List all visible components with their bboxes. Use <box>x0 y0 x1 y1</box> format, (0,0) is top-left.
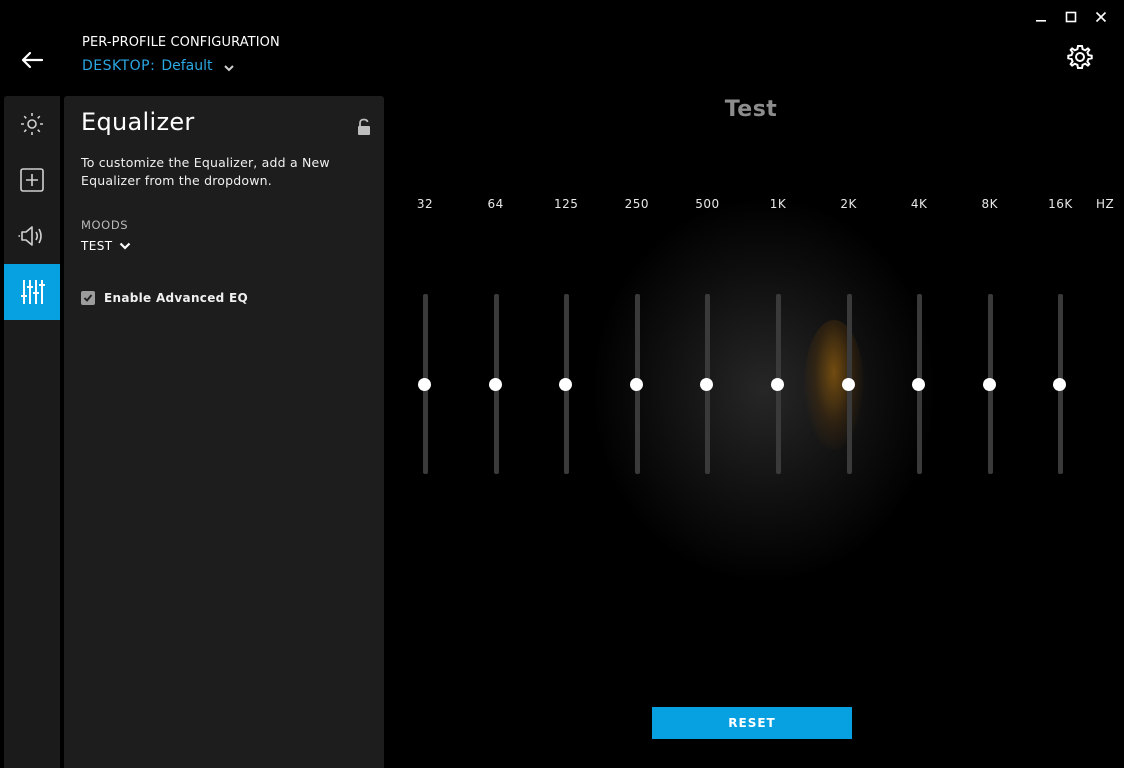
panel-title: Equalizer <box>81 108 195 136</box>
eq-band-label: 2K <box>840 197 857 211</box>
eq-band-label: 16K <box>1048 197 1073 211</box>
unit-label: HZ <box>1096 197 1115 211</box>
eq-band-label: 8K <box>981 197 999 211</box>
profile-prefix: DESKTOP: <box>82 58 156 74</box>
unlock-icon <box>358 118 370 135</box>
eq-band-label: 64 <box>487 197 504 211</box>
lock-button[interactable] <box>356 118 372 136</box>
advanced-eq-toggle[interactable]: Enable Advanced EQ <box>81 291 248 305</box>
nav-item-lighting[interactable] <box>4 96 60 152</box>
eq-slider-knob[interactable] <box>700 377 714 391</box>
lighting-icon <box>21 113 43 135</box>
checkmark-icon <box>83 294 93 302</box>
equalizer-panel: Equalizer To customize the Equalizer, ad… <box>64 96 384 768</box>
eq-slider-knob[interactable] <box>912 377 926 391</box>
back-button[interactable] <box>16 46 48 74</box>
eq-slider-knob[interactable] <box>982 377 996 391</box>
nav-item-equalizer[interactable] <box>4 264 60 320</box>
moods-dropdown[interactable]: TEST <box>81 239 131 253</box>
advanced-eq-label: Enable Advanced EQ <box>104 291 249 305</box>
eq-band-label: 500 <box>695 197 720 211</box>
eq-band-label: 4K <box>910 197 928 211</box>
eq-slider-knob[interactable] <box>488 377 502 391</box>
eq-slider-knob[interactable] <box>418 377 431 391</box>
eq-band-label: 32 <box>416 197 434 211</box>
equalizer-main: Test 32 64 125 250 500 1K 2K 4K 8K 16K HZ RESET <box>384 0 1124 768</box>
eq-slider-knob[interactable] <box>841 377 855 391</box>
moods-label: MOODS <box>81 218 129 232</box>
advanced-eq-checkbox[interactable] <box>81 291 95 305</box>
profile-name: Default <box>161 58 213 74</box>
app-window: PER-PROFILE CONFIGURATION DESKTOP: Defau… <box>0 0 1124 768</box>
eq-slider-knob[interactable] <box>1053 377 1067 391</box>
headset-image <box>594 200 934 580</box>
moods-value: TEST <box>81 239 113 253</box>
device-name: Test <box>724 97 778 122</box>
speaker-icon <box>18 226 42 246</box>
headset-light <box>804 320 864 450</box>
equalizer-icon <box>21 280 45 304</box>
eq-band-label: 1K <box>769 197 787 211</box>
eq-slider-knob[interactable] <box>559 377 573 391</box>
eq-slider-knob[interactable] <box>771 377 784 391</box>
page-title: PER-PROFILE CONFIGURATION <box>82 35 280 50</box>
chevron-down-icon <box>223 64 234 71</box>
nav-item-acoustics[interactable] <box>4 208 60 264</box>
panel-description: To customize the Equalizer, add a New Eq… <box>81 155 330 188</box>
eq-slider-knob[interactable] <box>629 377 643 391</box>
eq-band-label: 125 <box>553 197 579 211</box>
reset-button[interactable]: RESET <box>652 707 852 739</box>
sidebar-nav <box>4 96 60 768</box>
back-arrow-icon <box>21 51 44 69</box>
chevron-down-icon <box>120 242 131 250</box>
nav-item-assignments[interactable] <box>4 152 60 208</box>
profile-dropdown[interactable]: DESKTOP: Default <box>82 58 235 74</box>
assignments-icon <box>20 168 44 192</box>
eq-band-label: 250 <box>624 197 649 211</box>
